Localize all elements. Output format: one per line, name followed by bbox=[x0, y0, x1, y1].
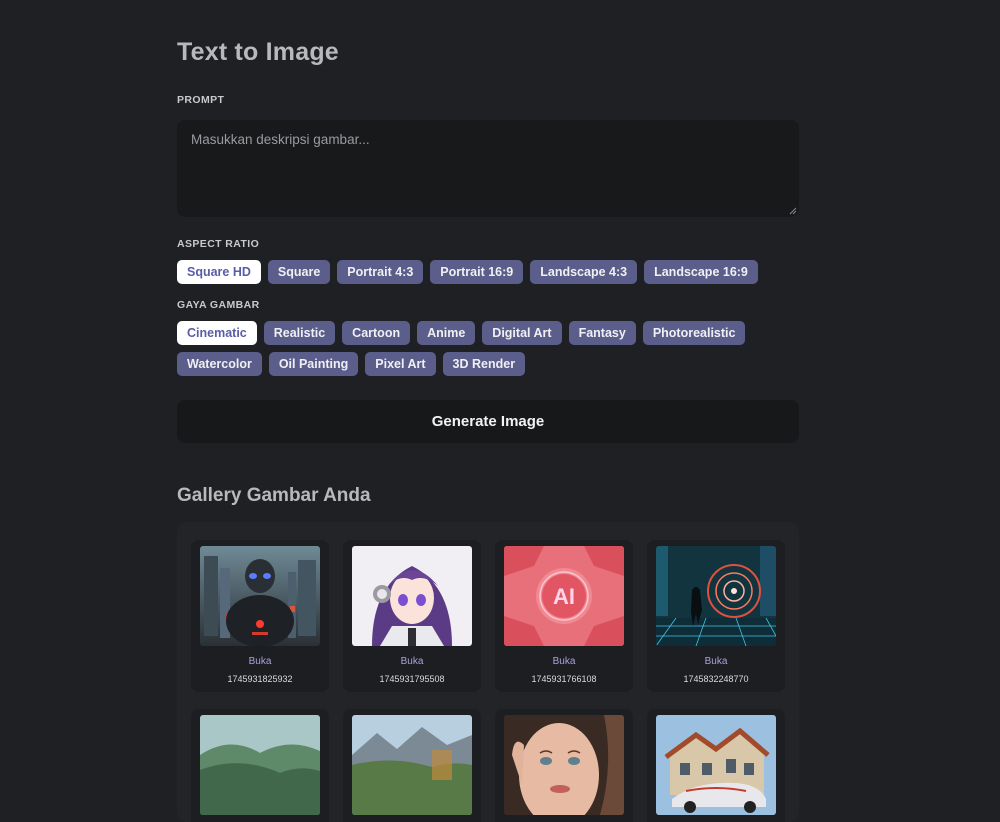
style-chip-cinematic[interactable]: Cinematic bbox=[177, 321, 257, 345]
style-chip-photorealistic[interactable]: Photorealistic bbox=[642, 321, 746, 345]
gallery-title: Gallery Gambar Anda bbox=[177, 485, 371, 506]
style-chip-digital-art[interactable]: Digital Art bbox=[482, 321, 562, 345]
aspect-ratio-chip-landscape-16-9[interactable]: Landscape 16:9 bbox=[644, 260, 758, 284]
gallery-thumbnail-ai[interactable]: AI bbox=[504, 546, 624, 646]
style-chip-realistic[interactable]: Realistic bbox=[263, 321, 336, 345]
aspect-ratio-chip-landscape-4-3[interactable]: Landscape 4:3 bbox=[530, 260, 638, 284]
style-chip-anime[interactable]: Anime bbox=[417, 321, 476, 345]
gallery-card bbox=[495, 709, 633, 822]
gallery-card bbox=[343, 709, 481, 822]
prompt-input[interactable] bbox=[177, 120, 799, 217]
gallery-panel: Buka 1745931825932 Buka 1745931795508 AI B… bbox=[177, 522, 799, 822]
gallery-card bbox=[647, 709, 785, 822]
aspect-ratio-chip-portrait-4-3[interactable]: Portrait 4:3 bbox=[337, 260, 424, 284]
gallery-thumbnail-mansion[interactable] bbox=[656, 715, 776, 815]
image-id: 1745931825932 bbox=[227, 674, 293, 684]
gallery-thumbnail-lake[interactable] bbox=[352, 715, 472, 815]
gallery-thumbnail-anime[interactable] bbox=[352, 546, 472, 646]
open-image-link[interactable]: Buka bbox=[495, 656, 633, 667]
generate-image-button[interactable]: Generate Image bbox=[177, 400, 799, 443]
style-chip-oil-painting[interactable]: Oil Painting bbox=[268, 352, 359, 376]
style-chip-3d-render[interactable]: 3D Render bbox=[442, 352, 526, 376]
prompt-label: PROMPT bbox=[177, 94, 225, 106]
open-image-link[interactable]: Buka bbox=[343, 656, 481, 667]
gallery-thumbnail-woman[interactable] bbox=[504, 715, 624, 815]
gallery-card: Buka 1745931825932 bbox=[191, 540, 329, 692]
resize-grip-icon[interactable] bbox=[789, 207, 797, 215]
gallery-card: Buka 1745832248770 bbox=[647, 540, 785, 692]
gallery-thumbnail-robot[interactable] bbox=[200, 546, 320, 646]
gallery-thumbnail-portal[interactable] bbox=[656, 546, 776, 646]
image-id: 1745832248770 bbox=[683, 674, 749, 684]
page-title: Text to Image bbox=[177, 38, 339, 66]
svg-text:AI: AI bbox=[553, 584, 575, 609]
gallery-thumbnail-hills[interactable] bbox=[200, 715, 320, 815]
aspect-ratio-chip-square[interactable]: Square bbox=[267, 260, 331, 284]
gallery-card bbox=[191, 709, 329, 822]
style-options: Cinematic Realistic Cartoon Anime Digital Ar… bbox=[177, 321, 799, 376]
open-image-link[interactable]: Buka bbox=[191, 656, 329, 667]
gallery-card: AI Buka 1745931766108 bbox=[495, 540, 633, 692]
style-chip-pixel-art[interactable]: Pixel Art bbox=[365, 352, 436, 376]
aspect-ratio-options: Square HD Square Portrait 4:3 Portrait 16:9… bbox=[177, 260, 799, 284]
style-chip-cartoon[interactable]: Cartoon bbox=[342, 321, 411, 345]
open-image-link[interactable]: Buka bbox=[647, 656, 785, 667]
style-label: GAYA GAMBAR bbox=[177, 299, 260, 311]
aspect-ratio-label: ASPECT RATIO bbox=[177, 238, 260, 250]
style-chip-fantasy[interactable]: Fantasy bbox=[568, 321, 636, 345]
image-id: 1745931795508 bbox=[379, 674, 445, 684]
image-id: 1745931766108 bbox=[531, 674, 597, 684]
aspect-ratio-chip-portrait-16-9[interactable]: Portrait 16:9 bbox=[430, 260, 524, 284]
style-chip-watercolor[interactable]: Watercolor bbox=[177, 352, 262, 376]
gallery-card: Buka 1745931795508 bbox=[343, 540, 481, 692]
aspect-ratio-chip-square-hd[interactable]: Square HD bbox=[177, 260, 261, 284]
